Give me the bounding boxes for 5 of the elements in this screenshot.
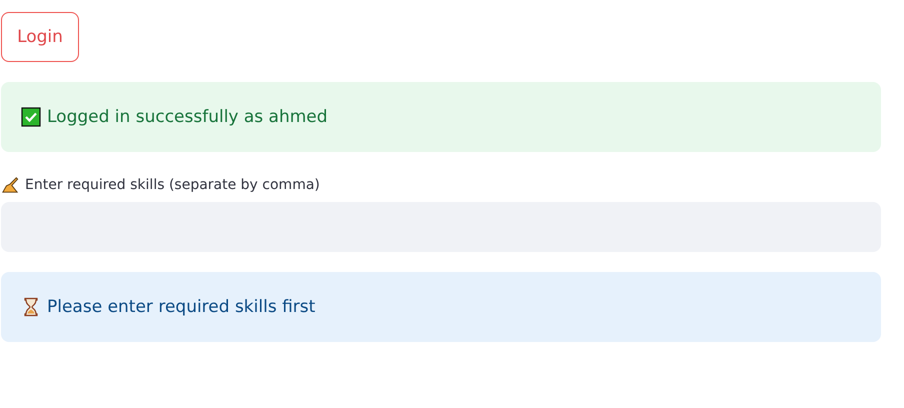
alert-text: Please enter required skills first	[47, 297, 316, 317]
alert-text: Logged in successfully as ahmed	[47, 107, 328, 127]
login-button[interactable]: Login	[1, 12, 79, 62]
check-mark-icon	[21, 107, 41, 127]
field-label: Enter required skills (separate by comma)	[25, 177, 320, 193]
